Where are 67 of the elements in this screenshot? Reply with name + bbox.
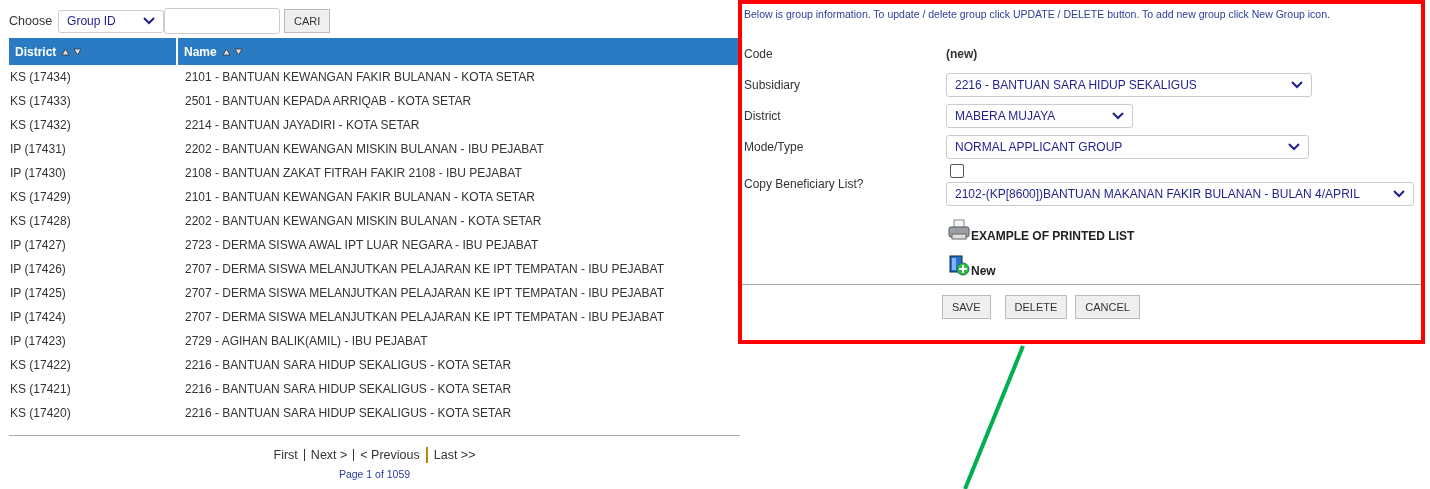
field-label: Subsidiary <box>744 77 802 92</box>
table-cell-text: KS (17428) <box>9 213 72 230</box>
chevron-down-icon <box>1393 190 1405 198</box>
form-button[interactable]: DELETE <box>1004 295 1068 319</box>
column-header[interactable]: Name <box>177 38 740 65</box>
dropdown[interactable]: 2102-(KP[8600])BANTUAN MAKANAN FAKIR BULANAN - BULAN 4/APRIL <box>946 182 1414 206</box>
pager-link[interactable]: < Previous <box>360 448 420 462</box>
table-cell-text: 2216 - BANTUAN SARA HIDUP SEKALIGUS - KOTA SETAR <box>184 357 513 374</box>
intro-text: Below is group information. To update / delete group click UPDATE / DELETE button. To add new group click New Group icon. <box>743 7 1331 22</box>
field-label: Code <box>744 46 774 61</box>
table-cell-text: 2214 - BANTUAN JAYADIRI - KOTA SETAR <box>184 117 421 134</box>
pager-link[interactable]: Last >> <box>433 448 476 462</box>
print-link[interactable]: EXAMPLE OF PRINTED LIST <box>948 219 1135 241</box>
chevron-down-icon <box>1291 80 1303 89</box>
choose-label: Choose <box>9 14 53 28</box>
new-link[interactable]: New <box>948 254 996 276</box>
form-button[interactable]: SAVE <box>942 295 991 319</box>
table-cell-text: KS (17420) <box>9 405 72 422</box>
table-cell-text: 2108 - BANTUAN ZAKAT FITRAH FAKIR 2108 - IBU PEJABAT <box>184 165 523 182</box>
table-cell-text: 2707 - DERMA SISWA MELANJUTKAN PELAJARAN KE IPT TEMPATAN - IBU PEJABAT <box>184 261 665 278</box>
table-cell-text: 2202 - BANTUAN KEWANGAN MISKIN BULANAN - IBU PEJABAT <box>184 141 545 158</box>
table-cell-text: KS (17422) <box>9 357 72 374</box>
table-cell-text: 2202 - BANTUAN KEWANGAN MISKIN BULANAN - KOTA SETAR <box>184 213 543 230</box>
table-cell-text: 2707 - DERMA SISWA MELANJUTKAN PELAJARAN KE IPT TEMPATAN - IBU PEJABAT <box>184 285 665 302</box>
table-cell-text: IP (17430) <box>9 165 67 182</box>
column-header[interactable]: District <box>9 38 177 65</box>
chevron-down-icon <box>143 17 156 25</box>
table-cell-text: IP (17426) <box>9 261 67 278</box>
page-info: Page 1 of 1059 <box>337 468 412 480</box>
search-button[interactable]: CARI <box>284 9 331 33</box>
table-cell-text: IP (17423) <box>9 333 67 350</box>
pager-link[interactable]: First <box>273 448 298 462</box>
chevron-down-icon <box>1112 111 1124 120</box>
field-label: District <box>744 108 782 123</box>
printer-icon <box>948 219 970 241</box>
table-cell-text: IP (17431) <box>9 141 67 158</box>
table-cell-text: KS (17433) <box>9 93 72 110</box>
form-button[interactable]: CANCEL <box>1075 295 1140 319</box>
table-cell-text: IP (17425) <box>9 285 67 302</box>
table-cell-text: KS (17432) <box>9 117 72 134</box>
table-cell-text: 2216 - BANTUAN SARA HIDUP SEKALIGUS - KOTA SETAR <box>184 381 513 398</box>
table-cell-text: 2101 - BANTUAN KEWANGAN FAKIR BULANAN - KOTA SETAR <box>184 189 536 206</box>
table-cell-text: KS (17421) <box>9 381 72 398</box>
dropdown[interactable]: 2216 - BANTUAN SARA HIDUP SEKALIGUS <box>946 72 1312 97</box>
table-cell-text: 2707 - DERMA SISWA MELANJUTKAN PELAJARAN KE IPT TEMPATAN - IBU PEJABAT <box>184 309 665 326</box>
table-cell-text: IP (17427) <box>9 237 67 254</box>
table-cell: 2101 - BANTUAN KEWANGAN FAKIR BULANAN - KOTA SETAR <box>177 65 740 89</box>
field-value: (new) <box>946 46 978 61</box>
new-group-icon <box>948 254 970 276</box>
dropdown[interactable]: NORMAL APPLICANT GROUP <box>946 134 1309 159</box>
search-type-select[interactable]: Group ID <box>58 9 165 33</box>
table-cell-text: 2729 - AGIHAN BALIK(AMIL) - IBU PEJABAT <box>184 333 429 350</box>
table-cell: KS (17434) <box>9 65 177 89</box>
table-cell-text: IP (17424) <box>9 309 67 326</box>
table-cell-text: 2216 - BANTUAN SARA HIDUP SEKALIGUS - KOTA SETAR <box>184 405 513 422</box>
chevron-down-icon <box>1288 142 1300 151</box>
field-label: Copy Beneficiary List? <box>744 177 865 191</box>
checkbox[interactable] <box>950 164 964 178</box>
pager-link[interactable]: Next > <box>310 448 348 462</box>
dropdown[interactable]: MABERA MUJAYA <box>946 103 1133 128</box>
search-field[interactable] <box>164 8 281 34</box>
table-cell-text: KS (17429) <box>9 189 72 206</box>
sort-icon[interactable] <box>61 47 84 56</box>
sort-icon[interactable] <box>221 47 244 56</box>
table-cell-text: 2723 - DERMA SISWA AWAL IPT LUAR NEGARA - IBU PEJABAT <box>184 237 540 254</box>
field-label: Mode/Type <box>744 139 805 154</box>
table-cell-text: 2501 - BANTUAN KEPADA ARRIQAB - KOTA SETAR <box>184 93 473 110</box>
